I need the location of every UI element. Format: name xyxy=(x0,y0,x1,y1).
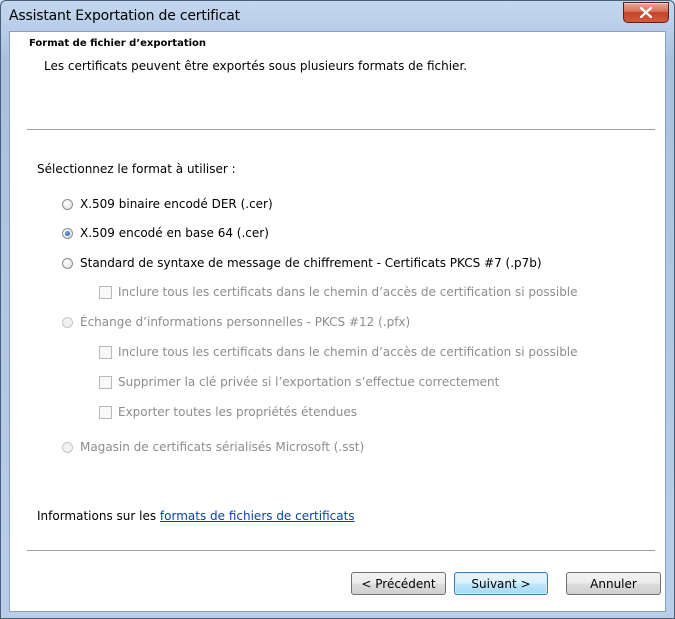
radio-base64-label: X.509 encodé en base 64 (.cer) xyxy=(80,226,269,240)
checkbox-pfx-include-chain-option: Inclure tous les certificats dans le che… xyxy=(99,345,578,359)
dialog-window: Assistant Exportation de certificat xyxy=(0,0,675,619)
radio-pfx xyxy=(62,316,73,328)
radio-der[interactable] xyxy=(62,198,73,210)
checkbox-export-extended-properties xyxy=(99,405,112,419)
checkbox-pfx-include-chain-label: Inclure tous les certificats dans le che… xyxy=(118,345,578,359)
radio-pfx-label: Échange d’informations personnelles - PK… xyxy=(80,315,411,329)
close-icon xyxy=(640,7,652,18)
back-button[interactable]: < Précédent xyxy=(351,572,446,595)
radio-sst-option: Magasin de certificats sérialisés Micros… xyxy=(62,440,364,454)
checkbox-pfx-include-chain xyxy=(99,345,112,359)
certificate-formats-link[interactable]: formats de fichiers de certificats xyxy=(160,509,355,523)
next-button[interactable]: Suivant > xyxy=(454,572,548,595)
checkbox-delete-private-key-label: Supprimer la clé privée si l’exportation… xyxy=(118,375,500,389)
radio-pfx-option: Échange d’informations personnelles - PK… xyxy=(62,315,410,329)
checkbox-export-extended-properties-label: Exporter toutes les propriétés étendues xyxy=(118,405,357,419)
footer-divider xyxy=(27,550,655,552)
page-subtitle: Les certificats peuvent être exportés so… xyxy=(44,59,468,73)
info-prefix: Informations sur les xyxy=(37,509,160,523)
format-prompt: Sélectionnez le format à utiliser : xyxy=(37,162,236,176)
title-bar[interactable]: Assistant Exportation de certificat xyxy=(1,1,674,31)
radio-pkcs7-label: Standard de syntaxe de message de chiffr… xyxy=(80,256,542,270)
radio-base64[interactable] xyxy=(62,227,73,239)
radio-pkcs7[interactable] xyxy=(62,257,73,269)
close-button[interactable] xyxy=(623,2,669,23)
radio-sst xyxy=(62,441,73,453)
checkbox-pkcs7-include-chain xyxy=(99,285,112,299)
checkbox-export-extended-properties-option: Exporter toutes les propriétés étendues xyxy=(99,405,357,419)
page-title: Format de fichier d’exportation xyxy=(29,38,207,49)
radio-base64-option[interactable]: X.509 encodé en base 64 (.cer) xyxy=(62,226,269,240)
checkbox-delete-private-key-option: Supprimer la clé privée si l’exportation… xyxy=(99,375,499,389)
radio-sst-label: Magasin de certificats sérialisés Micros… xyxy=(80,440,365,454)
cancel-button[interactable]: Annuler xyxy=(566,572,661,595)
info-line: Informations sur les formats de fichiers… xyxy=(37,509,355,523)
checkbox-pkcs7-include-chain-option: Inclure tous les certificats dans le che… xyxy=(99,285,578,299)
radio-pkcs7-option[interactable]: Standard de syntaxe de message de chiffr… xyxy=(62,256,542,270)
checkbox-pkcs7-include-chain-label: Inclure tous les certificats dans le che… xyxy=(118,285,578,299)
radio-der-label: X.509 binaire encodé DER (.cer) xyxy=(80,197,273,211)
checkbox-delete-private-key xyxy=(99,375,112,389)
window-title: Assistant Exportation de certificat xyxy=(9,8,240,24)
radio-der-option[interactable]: X.509 binaire encodé DER (.cer) xyxy=(62,197,273,211)
header-divider xyxy=(27,129,655,131)
